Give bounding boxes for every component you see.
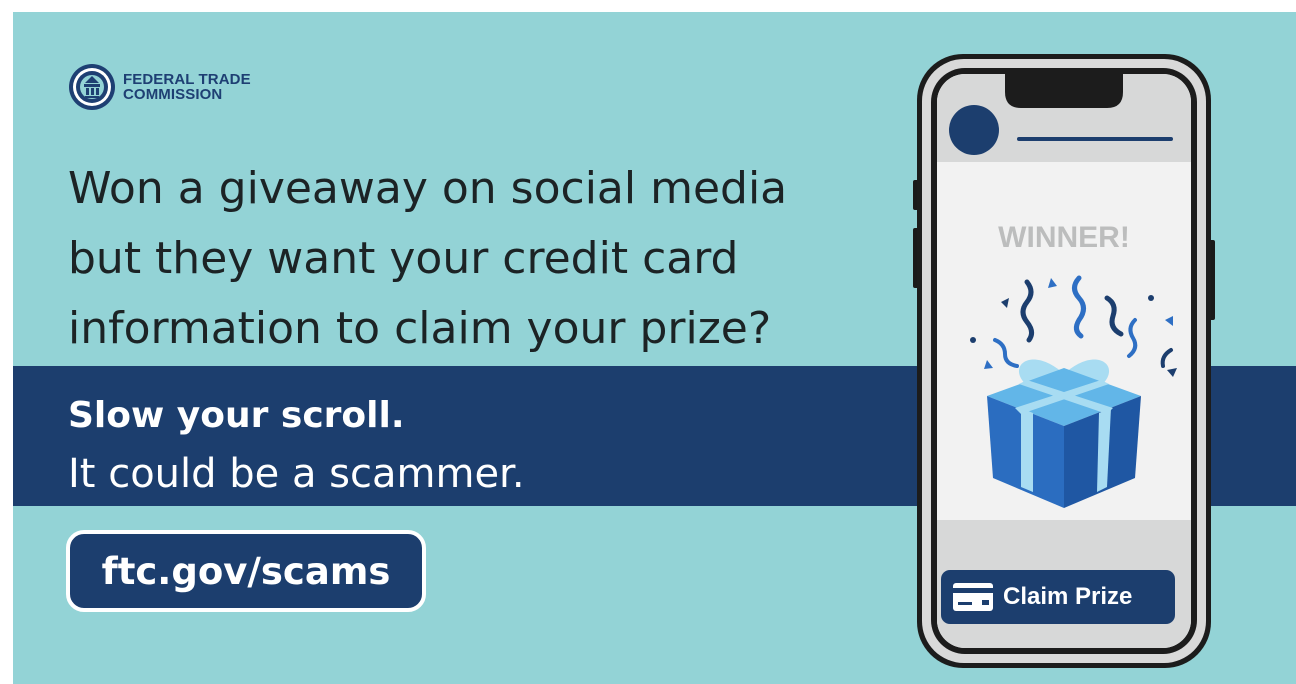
warning-subtitle: It could be a scammer. bbox=[68, 451, 525, 497]
winner-banner: WINNER! bbox=[998, 221, 1130, 254]
ftc-logo: FEDERAL TRADE COMMISSION bbox=[67, 62, 251, 112]
profile-name-line bbox=[1017, 137, 1173, 141]
headline-line-3: information to claim your prize? bbox=[68, 303, 772, 354]
headline-line-1: Won a giveaway on social media bbox=[68, 163, 788, 214]
brand-line-1: FEDERAL TRADE bbox=[123, 71, 251, 88]
ftc-seal-icon bbox=[69, 64, 115, 110]
warning-title: Slow your scroll. bbox=[68, 395, 405, 436]
headline: Won a giveaway on social media but they … bbox=[68, 154, 908, 364]
credit-card-icon bbox=[953, 583, 993, 611]
profile-avatar bbox=[949, 105, 999, 155]
headline-line-2: but they want your credit card bbox=[68, 233, 739, 284]
claim-prize-button[interactable]: Claim Prize bbox=[941, 570, 1175, 624]
brand-line-2: COMMISSION bbox=[123, 86, 223, 103]
ftc-scams-link[interactable]: ftc.gov/scams bbox=[66, 530, 426, 612]
phone-illustration: WINNER! Claim Prize bbox=[909, 50, 1219, 670]
ftc-wordmark: FEDERAL TRADE COMMISSION bbox=[123, 72, 251, 102]
ad-banner: FEDERAL TRADE COMMISSION Won a giveaway … bbox=[13, 12, 1296, 684]
claim-prize-label: Claim Prize bbox=[1003, 583, 1133, 610]
